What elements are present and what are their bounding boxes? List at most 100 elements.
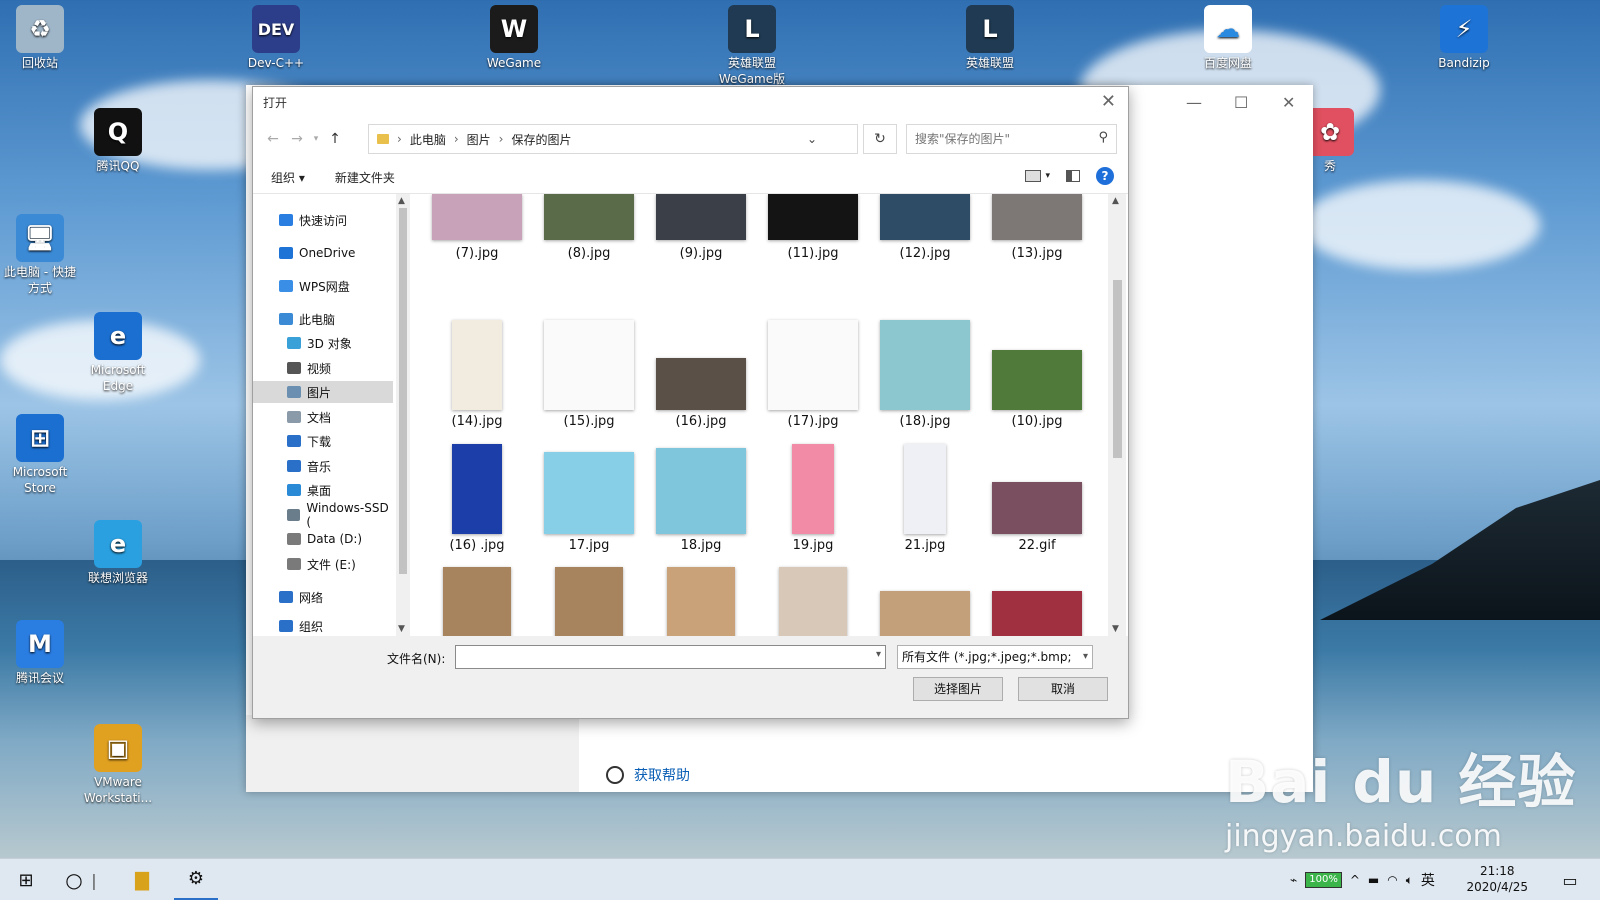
help-icon[interactable]: ? [1096, 167, 1114, 185]
file-thumbnail-item[interactable]: 29.jpg [985, 565, 1089, 636]
sidebar-item[interactable]: 网络 [253, 586, 393, 608]
minimize-icon[interactable]: — [1186, 93, 1202, 112]
file-thumbnail-item[interactable]: 24.jpg [649, 565, 753, 636]
new-folder-button[interactable]: 新建文件夹 [335, 169, 395, 186]
desktop-icon[interactable]: e 联想浏览器 [78, 520, 158, 586]
file-thumbnail-item[interactable]: 21.jpg [873, 442, 977, 560]
file-thumbnail-item[interactable]: (13).jpg [985, 194, 1089, 312]
preview-pane-icon[interactable] [1066, 170, 1080, 182]
file-thumbnail-item[interactable]: (14).jpg [425, 318, 529, 436]
forward-arrow-icon[interactable]: → [285, 131, 309, 147]
file-thumbnail-item[interactable]: 28.jpg [873, 565, 977, 636]
refresh-icon[interactable]: ↻ [863, 124, 897, 154]
file-thumbnail-item[interactable]: 18.jpg [649, 442, 753, 560]
ime-indicator[interactable]: 英 [1421, 870, 1435, 890]
up-arrow-icon[interactable]: ↑ [323, 131, 347, 147]
search-icon[interactable]: ⚲ [1098, 130, 1108, 145]
desktop-icon[interactable]: M 腾讯会议 [0, 620, 80, 686]
cancel-button[interactable]: 取消 [1018, 677, 1108, 701]
file-thumbnail-item[interactable]: (15).jpg [537, 318, 641, 436]
breadcrumb-this-pc[interactable]: 此电脑 [410, 131, 446, 148]
desktop-icon[interactable]: ☁ 百度网盘 [1188, 5, 1268, 71]
sidebar-item[interactable]: 组织 [253, 615, 393, 637]
sidebar-item[interactable]: 文档 [253, 406, 393, 428]
sidebar-item[interactable]: 音乐 [253, 455, 393, 477]
task-view-icon[interactable]: | [84, 859, 104, 900]
file-thumbnail-item[interactable]: (16) .jpg [425, 442, 529, 560]
settings-gear-icon[interactable]: ⚙ [174, 859, 218, 900]
sidebar-item[interactable]: 桌面 [253, 479, 393, 501]
file-thumbnail-item[interactable]: 17.jpg [537, 442, 641, 560]
wifi-icon[interactable]: ◠ [1387, 873, 1397, 887]
desktop-icon[interactable]: e Microsoft Edge [78, 312, 158, 394]
scroll-down-icon[interactable]: ▼ [398, 624, 405, 634]
file-thumbnail-item[interactable]: 23.jpg [537, 565, 641, 636]
filetype-select[interactable]: 所有文件 (*.jpg;*.jpeg;*.bmp; ▾ [897, 645, 1093, 669]
file-grid-scrollbar[interactable]: ▲ ▼ [1108, 194, 1126, 636]
sidebar-item[interactable]: 文件 (E:) [253, 553, 393, 575]
dialog-close-icon[interactable]: ✕ [1101, 91, 1116, 112]
desktop-icon[interactable]: L 英雄联盟 [950, 5, 1030, 71]
desktop-icon[interactable]: W WeGame [474, 5, 554, 71]
filename-input[interactable] [456, 646, 856, 668]
filename-dropdown-icon[interactable]: ▾ [876, 649, 881, 660]
file-thumbnail-item[interactable]: 22.jpg [425, 565, 529, 636]
file-thumbnail-item[interactable]: (17).jpg [761, 318, 865, 436]
desktop-icon[interactable]: ♻ 回收站 [0, 5, 80, 71]
show-hidden-icons-chevron-icon[interactable]: ^ [1350, 873, 1360, 887]
file-thumbnail-item[interactable]: 22.gif [985, 442, 1089, 560]
search-input[interactable] [915, 132, 1085, 146]
breadcrumb-saved-pictures[interactable]: 保存的图片 [511, 131, 571, 148]
desktop-icon[interactable]: Q 腾讯QQ [78, 108, 158, 174]
desktop-icon[interactable]: L 英雄联盟WeGame版 [712, 5, 792, 87]
address-history-chevron-icon[interactable]: ⌄ [807, 132, 817, 146]
filename-combobox[interactable]: ▾ [455, 645, 886, 669]
sidebar-item[interactable]: OneDrive [253, 242, 393, 264]
power-plug-icon[interactable]: ⌁ [1290, 873, 1297, 887]
organize-button[interactable]: 组织 ▾ [271, 169, 305, 186]
volume-icon[interactable]: 🔈︎ [1406, 873, 1413, 888]
file-explorer-icon[interactable]: ▇ [120, 859, 164, 900]
help-link[interactable]: 获取帮助 [606, 765, 690, 785]
sidebar-item[interactable]: WPS网盘 [253, 275, 393, 297]
breadcrumb-pictures[interactable]: 图片 [467, 131, 491, 148]
view-dropdown-icon[interactable]: ▾ [1045, 171, 1050, 181]
notification-center-icon[interactable]: ▭ [1548, 859, 1592, 900]
file-thumbnail-item[interactable]: (16).jpg [649, 318, 753, 436]
sidebar-item[interactable]: 视频 [253, 357, 393, 379]
sidebar-item[interactable]: 此电脑 [253, 308, 393, 330]
file-thumbnail-item[interactable]: (11).jpg [761, 194, 865, 312]
filetype-dropdown-icon[interactable]: ▾ [1080, 646, 1088, 668]
sidebar-item[interactable]: Data (D:) [253, 528, 393, 550]
recent-dropdown-icon[interactable]: ▾ [309, 134, 323, 144]
battery-indicator[interactable]: 100% [1305, 872, 1342, 888]
file-thumbnail-item[interactable]: (9).jpg [649, 194, 753, 312]
navigation-scrollbar[interactable]: ▲ ▼ [396, 194, 410, 636]
help-link-label[interactable]: 获取帮助 [634, 765, 690, 785]
file-thumbnail-item[interactable]: (7).jpg [425, 194, 529, 312]
close-icon[interactable]: ✕ [1282, 93, 1295, 112]
view-mode-icon[interactable] [1025, 170, 1042, 182]
file-thumbnail-item[interactable]: 25.jpg [761, 565, 865, 636]
file-thumbnail-item[interactable]: (18).jpg [873, 318, 977, 436]
desktop-icon[interactable]: ⚡ Bandizip [1424, 5, 1504, 71]
select-picture-button[interactable]: 选择图片 [913, 677, 1003, 701]
sidebar-item[interactable]: 快速访问 [253, 209, 393, 231]
scroll-up-icon[interactable]: ▲ [1112, 196, 1119, 206]
desktop-icon[interactable]: 🖥 此电脑 - 快捷方式 [0, 214, 80, 296]
scroll-down-icon[interactable]: ▼ [1112, 624, 1119, 634]
back-arrow-icon[interactable]: ← [261, 131, 285, 147]
maximize-icon[interactable]: ☐ [1234, 93, 1248, 112]
sidebar-item[interactable]: 3D 对象 [253, 332, 393, 354]
desktop-icon[interactable]: ⊞ Microsoft Store [0, 414, 80, 496]
search-box[interactable]: ⚲ [906, 124, 1117, 154]
battery-icon[interactable]: ▬ [1368, 873, 1379, 887]
sidebar-item[interactable]: 图片 [253, 381, 393, 403]
file-thumbnail-item[interactable]: (8).jpg [537, 194, 641, 312]
scroll-up-icon[interactable]: ▲ [398, 196, 405, 206]
file-thumbnail-item[interactable]: (12).jpg [873, 194, 977, 312]
file-grid-scroll-thumb[interactable] [1113, 280, 1122, 458]
desktop-icon[interactable]: DEV Dev-C++ [236, 5, 316, 71]
clock[interactable]: 21:18 2020/4/25 [1466, 863, 1528, 895]
file-thumbnail-item[interactable]: 19.jpg [761, 442, 865, 560]
